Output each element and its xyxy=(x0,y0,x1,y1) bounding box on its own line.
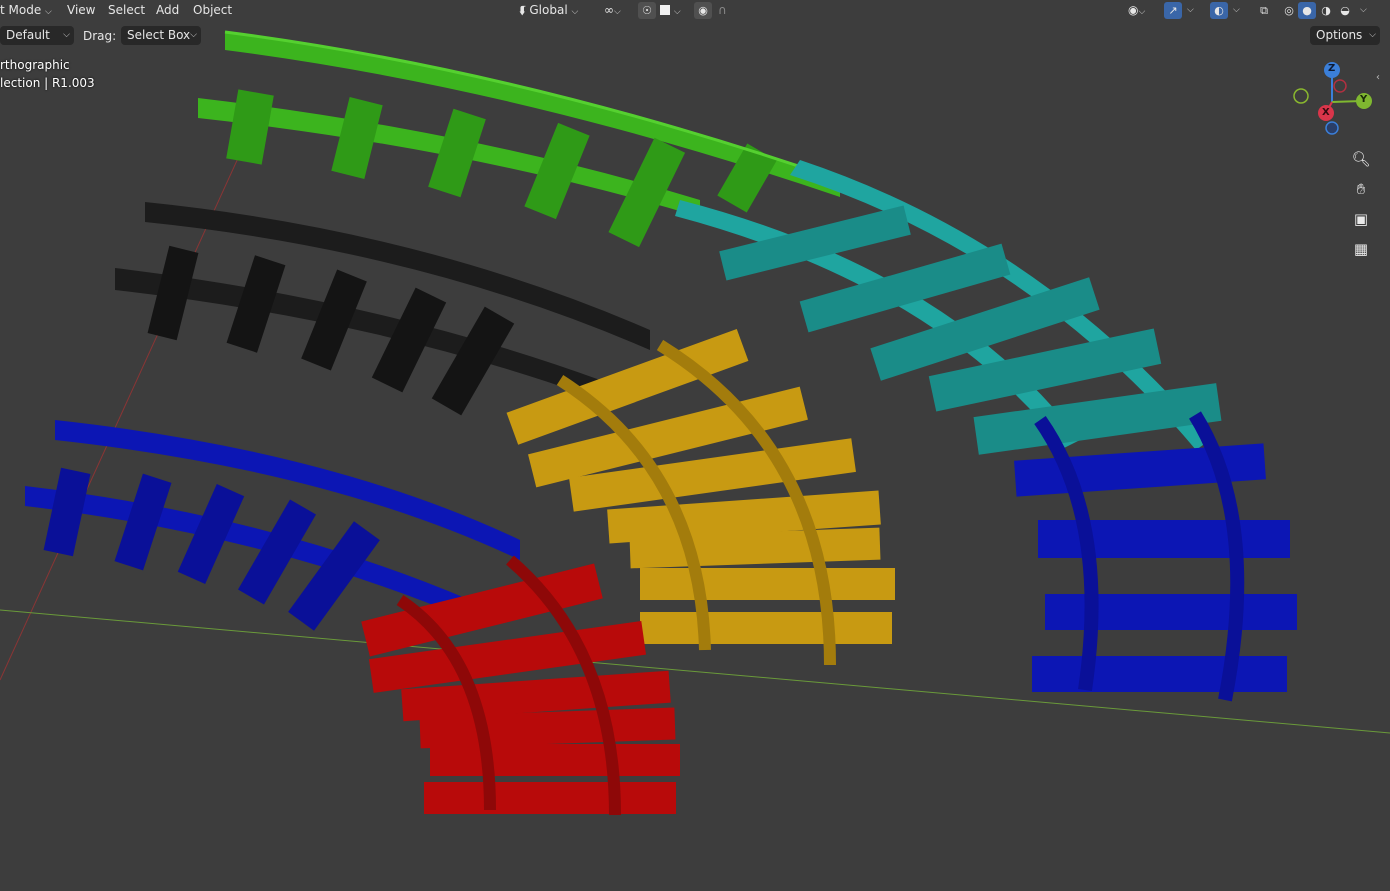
hand-icon[interactable]: ✋︎ xyxy=(1348,176,1374,202)
chevron-down-icon[interactable]: ⌵ xyxy=(1360,2,1367,19)
camera-icon[interactable]: ▣ xyxy=(1348,206,1374,232)
material-shading-icon[interactable]: ◑ xyxy=(1317,2,1335,19)
proportional-edit-icon[interactable]: ◉ xyxy=(694,2,712,19)
blue-track-piece-left[interactable] xyxy=(25,420,520,631)
x-axis-line xyxy=(0,109,261,681)
chevron-down-icon: ⌵ xyxy=(673,7,681,17)
3d-viewport[interactable]: Z Y X 🔍︎ ✋︎ ▣ ▦ ‹ rthographic lection | … xyxy=(0,0,1390,888)
menu-add[interactable]: Add xyxy=(156,2,179,18)
options-label: Options xyxy=(1316,28,1363,42)
collection-info: lection | R1.003 xyxy=(0,76,95,90)
drag-label: Drag: xyxy=(83,29,117,43)
orientation-preset-label: Default xyxy=(6,28,50,42)
gizmo-toggle-icon[interactable]: ↗ xyxy=(1164,2,1182,19)
orientation-label: Global xyxy=(529,3,568,17)
gizmo-y-label: Y xyxy=(1360,94,1368,105)
gizmo-z-label: Z xyxy=(1328,63,1336,74)
orientation-preset-dropdown[interactable]: Default ⌵ xyxy=(0,26,74,45)
viewport-header: t Mode ⌵ View Select Add Object ⮮ Global… xyxy=(0,0,1390,20)
pivot-icon: ∞ xyxy=(604,3,614,17)
green-track-piece[interactable] xyxy=(198,30,841,248)
view-name: rthographic xyxy=(0,58,70,72)
menu-view[interactable]: View xyxy=(67,2,95,18)
eye-icon: ◉ xyxy=(1128,3,1139,17)
chevron-down-icon: ⌵ xyxy=(1138,7,1146,17)
menu-select[interactable]: Select xyxy=(108,2,145,18)
blue-track-piece-right[interactable] xyxy=(1014,411,1297,702)
overlays-icon[interactable]: ◐ xyxy=(1210,2,1228,19)
chevron-down-icon: ⌵ xyxy=(190,30,197,40)
chevron-down-icon[interactable]: ⌵ xyxy=(1187,2,1194,19)
viewport-scene xyxy=(0,30,1390,816)
falloff-icon[interactable]: ∩ xyxy=(718,2,727,19)
chevron-down-icon: ⌵ xyxy=(63,30,70,40)
zoom-in-icon[interactable]: 🔍︎ xyxy=(1348,146,1374,172)
red-track-piece[interactable] xyxy=(361,555,680,816)
transform-orientation-dropdown[interactable]: ⮮ Global ⌵ xyxy=(519,2,578,19)
solid-shading-icon[interactable]: ● xyxy=(1298,2,1316,19)
drag-value: Select Box xyxy=(127,28,191,42)
chevron-down-icon: ⌵ xyxy=(45,7,52,17)
rendered-shading-icon[interactable]: ◒ xyxy=(1336,2,1354,19)
snap-icon[interactable]: ☉ xyxy=(638,2,656,19)
pivot-point-dropdown[interactable]: ∞⌵ xyxy=(604,2,621,19)
visibility-dropdown[interactable]: ◉⌵ xyxy=(1128,2,1145,19)
options-dropdown[interactable]: Options ⌵ xyxy=(1310,26,1380,45)
chevron-down-icon: ⌵ xyxy=(571,7,579,17)
tool-settings-bar: Default ⌵ Drag: Select Box ⌵ Options ⌵ xyxy=(0,26,1390,46)
menu-object[interactable]: Object xyxy=(193,2,232,18)
grid-icon[interactable]: ▦ xyxy=(1348,236,1374,262)
sidebar-toggle-icon[interactable]: ‹ xyxy=(1376,72,1380,83)
wireframe-shading-icon[interactable]: ◎ xyxy=(1280,2,1298,19)
mode-label: t Mode xyxy=(0,3,42,17)
drag-select-dropdown[interactable]: Select Box ⌵ xyxy=(121,26,201,45)
xray-icon[interactable]: ⧉ xyxy=(1255,2,1273,19)
orientation-icon: ⮮ xyxy=(519,4,526,17)
chevron-down-icon: ⌵ xyxy=(1369,30,1376,40)
chevron-down-icon: ⌵ xyxy=(614,7,621,17)
mode-dropdown[interactable]: t Mode ⌵ xyxy=(0,2,52,19)
gizmo-x-label: X xyxy=(1322,107,1330,118)
snap-target-dropdown[interactable]: ⌵ xyxy=(660,2,681,19)
chevron-down-icon[interactable]: ⌵ xyxy=(1233,2,1240,19)
snap-square-icon xyxy=(660,5,670,15)
